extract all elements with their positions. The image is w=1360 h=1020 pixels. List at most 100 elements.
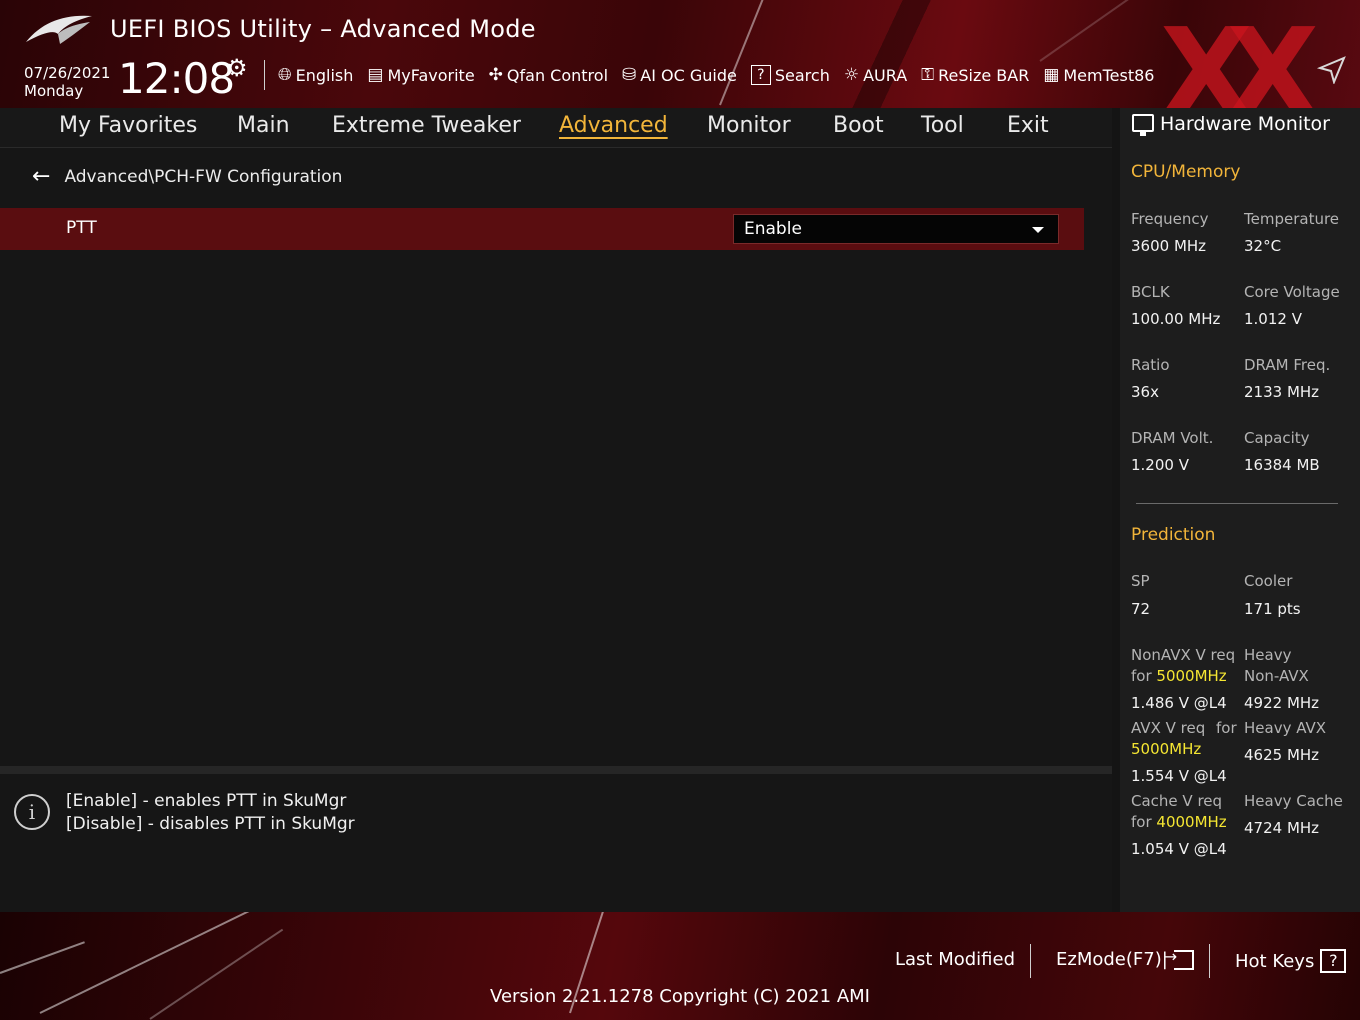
hw-label-part: for [1131, 667, 1152, 685]
tab-advanced[interactable]: Advanced [559, 113, 668, 138]
hw-value: 32°C [1244, 237, 1282, 255]
hw-value: 4625 MHz [1244, 746, 1320, 764]
hw-label: Temperature [1244, 210, 1340, 228]
main-area: My Favorites Main Extreme Tweaker Advanc… [0, 108, 1112, 912]
last-modified-button[interactable]: Last Modified [895, 949, 1015, 970]
ai-oc-guide-label: AI OC Guide [640, 65, 737, 85]
hw-label: Ratio [1131, 356, 1170, 374]
myfavorite-button[interactable]: ▤ MyFavorite [367, 62, 474, 88]
tab-my-favorites[interactable]: My Favorites [59, 113, 197, 138]
section-title: CPU/Memory [1131, 162, 1241, 182]
hw-label: AVX V req [1131, 719, 1206, 737]
memtest-button[interactable]: ▦ MemTest86 [1043, 62, 1154, 88]
hw-value: 1.012 V [1244, 310, 1302, 328]
myfavorite-label: MyFavorite [387, 65, 475, 85]
hw-label: for 4000MHz [1131, 812, 1227, 833]
tab-monitor[interactable]: Monitor [707, 113, 791, 138]
memtest-icon: ▦ [1043, 65, 1060, 85]
hw-label-part: for [1131, 813, 1152, 831]
breadcrumb-text: Advanced\PCH-FW Configuration [64, 166, 343, 187]
ezmode-button[interactable]: EzMode(F7)| [1056, 947, 1194, 970]
help-line: [Enable] - enables PTT in SkuMgr [66, 791, 347, 811]
hw-value: 2133 MHz [1244, 383, 1320, 401]
aura-label: AURA [863, 65, 908, 85]
hw-label: Heavy AVX [1244, 719, 1327, 737]
hw-value: 1.054 V @L4 [1131, 840, 1227, 858]
divider [264, 60, 265, 90]
clock: 12:08 [118, 54, 235, 103]
ezmode-label: EzMode(F7)| [1056, 949, 1168, 970]
ptt-select[interactable]: Enable [733, 214, 1059, 244]
hw-label: for [1216, 719, 1237, 737]
divider [1209, 944, 1210, 978]
hw-label: Heavy Cache [1244, 792, 1343, 810]
toolbar: 🌐︎ English ▤ MyFavorite ✣ Qfan Control ⛁… [278, 62, 1154, 88]
version-text: Version 2.21.1278 Copyright (C) 2021 AMI [490, 986, 870, 1007]
back-arrow-icon[interactable]: ← [32, 164, 50, 189]
setting-row-ptt[interactable]: PTT Enable [0, 208, 1084, 250]
hw-highlight: 4000MHz [1156, 813, 1227, 831]
search-icon: ? [750, 65, 771, 85]
memtest-label: MemTest86 [1063, 65, 1155, 85]
tab-extreme-tweaker[interactable]: Extreme Tweaker [332, 113, 521, 138]
hw-value: 4922 MHz [1244, 694, 1320, 712]
gear-icon[interactable]: ⚙ [226, 54, 248, 82]
fan-icon: ✣ [488, 65, 503, 85]
globe-icon: 🌐︎ [278, 65, 292, 85]
hw-label: for 5000MHz [1131, 666, 1227, 687]
hw-value: 171 pts [1244, 600, 1301, 618]
aura-button[interactable]: ☼ AURA [844, 62, 907, 88]
hot-keys-button[interactable]: Hot Keys ? [1235, 949, 1347, 973]
hw-label: Non-AVX [1244, 667, 1309, 685]
aura-icon: ☼ [843, 65, 860, 85]
footer-bar: Last Modified EzMode(F7)| Hot Keys ? Ver… [0, 912, 1360, 1020]
watermark-logo: XX [1160, 4, 1319, 109]
hw-value: 16384 MB [1244, 456, 1320, 474]
setting-label: PTT [66, 218, 97, 238]
language-label: English [295, 65, 354, 85]
resize-bar-button[interactable]: ⚿ ReSize BAR [921, 62, 1029, 88]
hw-label: DRAM Volt. [1131, 429, 1214, 447]
last-modified-label: Last Modified [895, 949, 1016, 970]
search-label: Search [774, 65, 830, 85]
qfan-control-label: Qfan Control [506, 65, 609, 85]
hw-label: SP [1131, 572, 1150, 590]
divider [0, 766, 1112, 774]
tab-exit[interactable]: Exit [1007, 113, 1049, 138]
tab-boot[interactable]: Boot [833, 113, 884, 138]
hw-label: Core Voltage [1244, 283, 1340, 301]
hw-value: 1.200 V [1131, 456, 1189, 474]
hardware-monitor-panel: Hardware Monitor CPU/Memory Frequency 36… [1120, 108, 1360, 912]
favorite-icon: ▤ [367, 65, 384, 85]
hw-value: 4724 MHz [1244, 819, 1320, 837]
hw-label: NonAVX V req [1131, 646, 1236, 664]
hot-keys-label: Hot Keys [1235, 950, 1315, 972]
tab-main[interactable]: Main [237, 113, 290, 138]
tab-tool[interactable]: Tool [921, 113, 964, 138]
monitor-icon [1132, 114, 1154, 136]
divider [1030, 944, 1031, 978]
ai-oc-icon: ⛁ [622, 65, 637, 85]
main-nav: My Favorites Main Extreme Tweaker Advanc… [0, 108, 1112, 148]
hw-label: DRAM Freq. [1244, 356, 1331, 374]
hardware-monitor-header: Hardware Monitor [1120, 108, 1360, 146]
search-button[interactable]: ? Search [750, 62, 830, 88]
help-icon: ? [1320, 949, 1347, 973]
hw-highlight: 5000MHz [1156, 667, 1227, 685]
hw-label: Cache V req [1131, 792, 1223, 810]
divider [1136, 503, 1338, 504]
hw-label: Cooler [1244, 572, 1293, 590]
date-display: 07/26/2021 Monday [24, 64, 110, 100]
hw-label: Frequency [1131, 210, 1209, 228]
qfan-control-button[interactable]: ✣ Qfan Control [489, 62, 608, 88]
day-text: Monday [24, 82, 84, 100]
hw-label: Capacity [1244, 429, 1310, 447]
resize-bar-label: ReSize BAR [938, 65, 1030, 85]
decor-streak [0, 941, 85, 974]
hw-highlight: 5000MHz [1131, 740, 1202, 758]
ai-oc-guide-button[interactable]: ⛁ AI OC Guide [622, 62, 737, 88]
resize-bar-icon: ⚿ [921, 65, 935, 85]
help-line: [Disable] - disables PTT in SkuMgr [66, 814, 355, 834]
language-button[interactable]: 🌐︎ English [278, 62, 353, 88]
breadcrumb: ← Advanced\PCH-FW Configuration [32, 164, 342, 189]
